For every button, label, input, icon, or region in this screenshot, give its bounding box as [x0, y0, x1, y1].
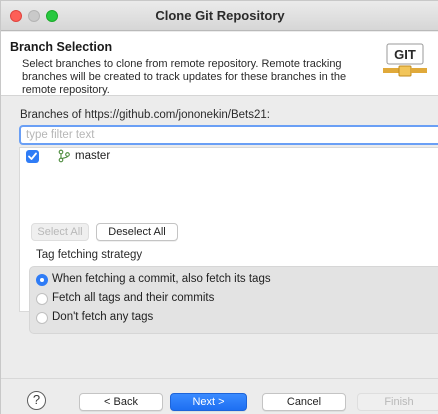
branch-master-checkbox[interactable]: [26, 150, 39, 163]
clone-git-repository-window: Clone Git Repository Branch Selection Se…: [0, 0, 438, 414]
radio-icon[interactable]: [36, 293, 48, 305]
tag-fetching-options: When fetching a commit, also fetch its t…: [29, 266, 438, 334]
branch-name: master: [75, 150, 111, 162]
next-button[interactable]: Next >: [170, 393, 247, 411]
tag-option-no-tags[interactable]: Don't fetch any tags: [36, 310, 436, 326]
git-logo-text: GIT: [394, 47, 416, 62]
tag-fetching-title: Tag fetching strategy: [36, 249, 143, 261]
tag-option-fetch-with-commit[interactable]: When fetching a commit, also fetch its t…: [36, 272, 436, 288]
wizard-content: Branches of https://github.com/jononekin…: [1, 97, 438, 414]
tag-option-label: When fetching a commit, also fetch its t…: [52, 273, 271, 285]
select-all-button[interactable]: Select All: [31, 223, 89, 241]
tag-option-fetch-all[interactable]: Fetch all tags and their commits: [36, 291, 436, 307]
git-logo-icon: GIT: [383, 43, 427, 77]
deselect-all-button[interactable]: Deselect All: [96, 223, 178, 241]
finish-button[interactable]: Finish: [357, 393, 438, 411]
branch-filter-input[interactable]: [19, 125, 438, 145]
cancel-button[interactable]: Cancel: [262, 393, 346, 411]
help-button[interactable]: ?: [27, 391, 46, 410]
checkmark-icon: [28, 152, 37, 160]
title-bar: Clone Git Repository: [1, 1, 438, 31]
branch-row-master[interactable]: master: [20, 148, 438, 166]
branches-label: Branches of https://github.com/jononekin…: [20, 109, 270, 121]
radio-icon[interactable]: [36, 312, 48, 324]
footer-divider: [1, 378, 438, 379]
tag-option-label: Fetch all tags and their commits: [52, 292, 215, 304]
page-description: Select branches to clone from remote rep…: [22, 58, 347, 96]
git-branch-icon: [58, 149, 70, 163]
window-title: Clone Git Repository: [155, 8, 285, 23]
radio-selected-icon[interactable]: [36, 274, 48, 286]
tag-option-label: Don't fetch any tags: [52, 311, 154, 323]
tag-fetching-group: Tag fetching strategy When fetching a co…: [25, 249, 438, 343]
wizard-header: Branch Selection Select branches to clon…: [1, 32, 438, 96]
back-button[interactable]: < Back: [79, 393, 163, 411]
page-title: Branch Selection: [10, 40, 113, 54]
